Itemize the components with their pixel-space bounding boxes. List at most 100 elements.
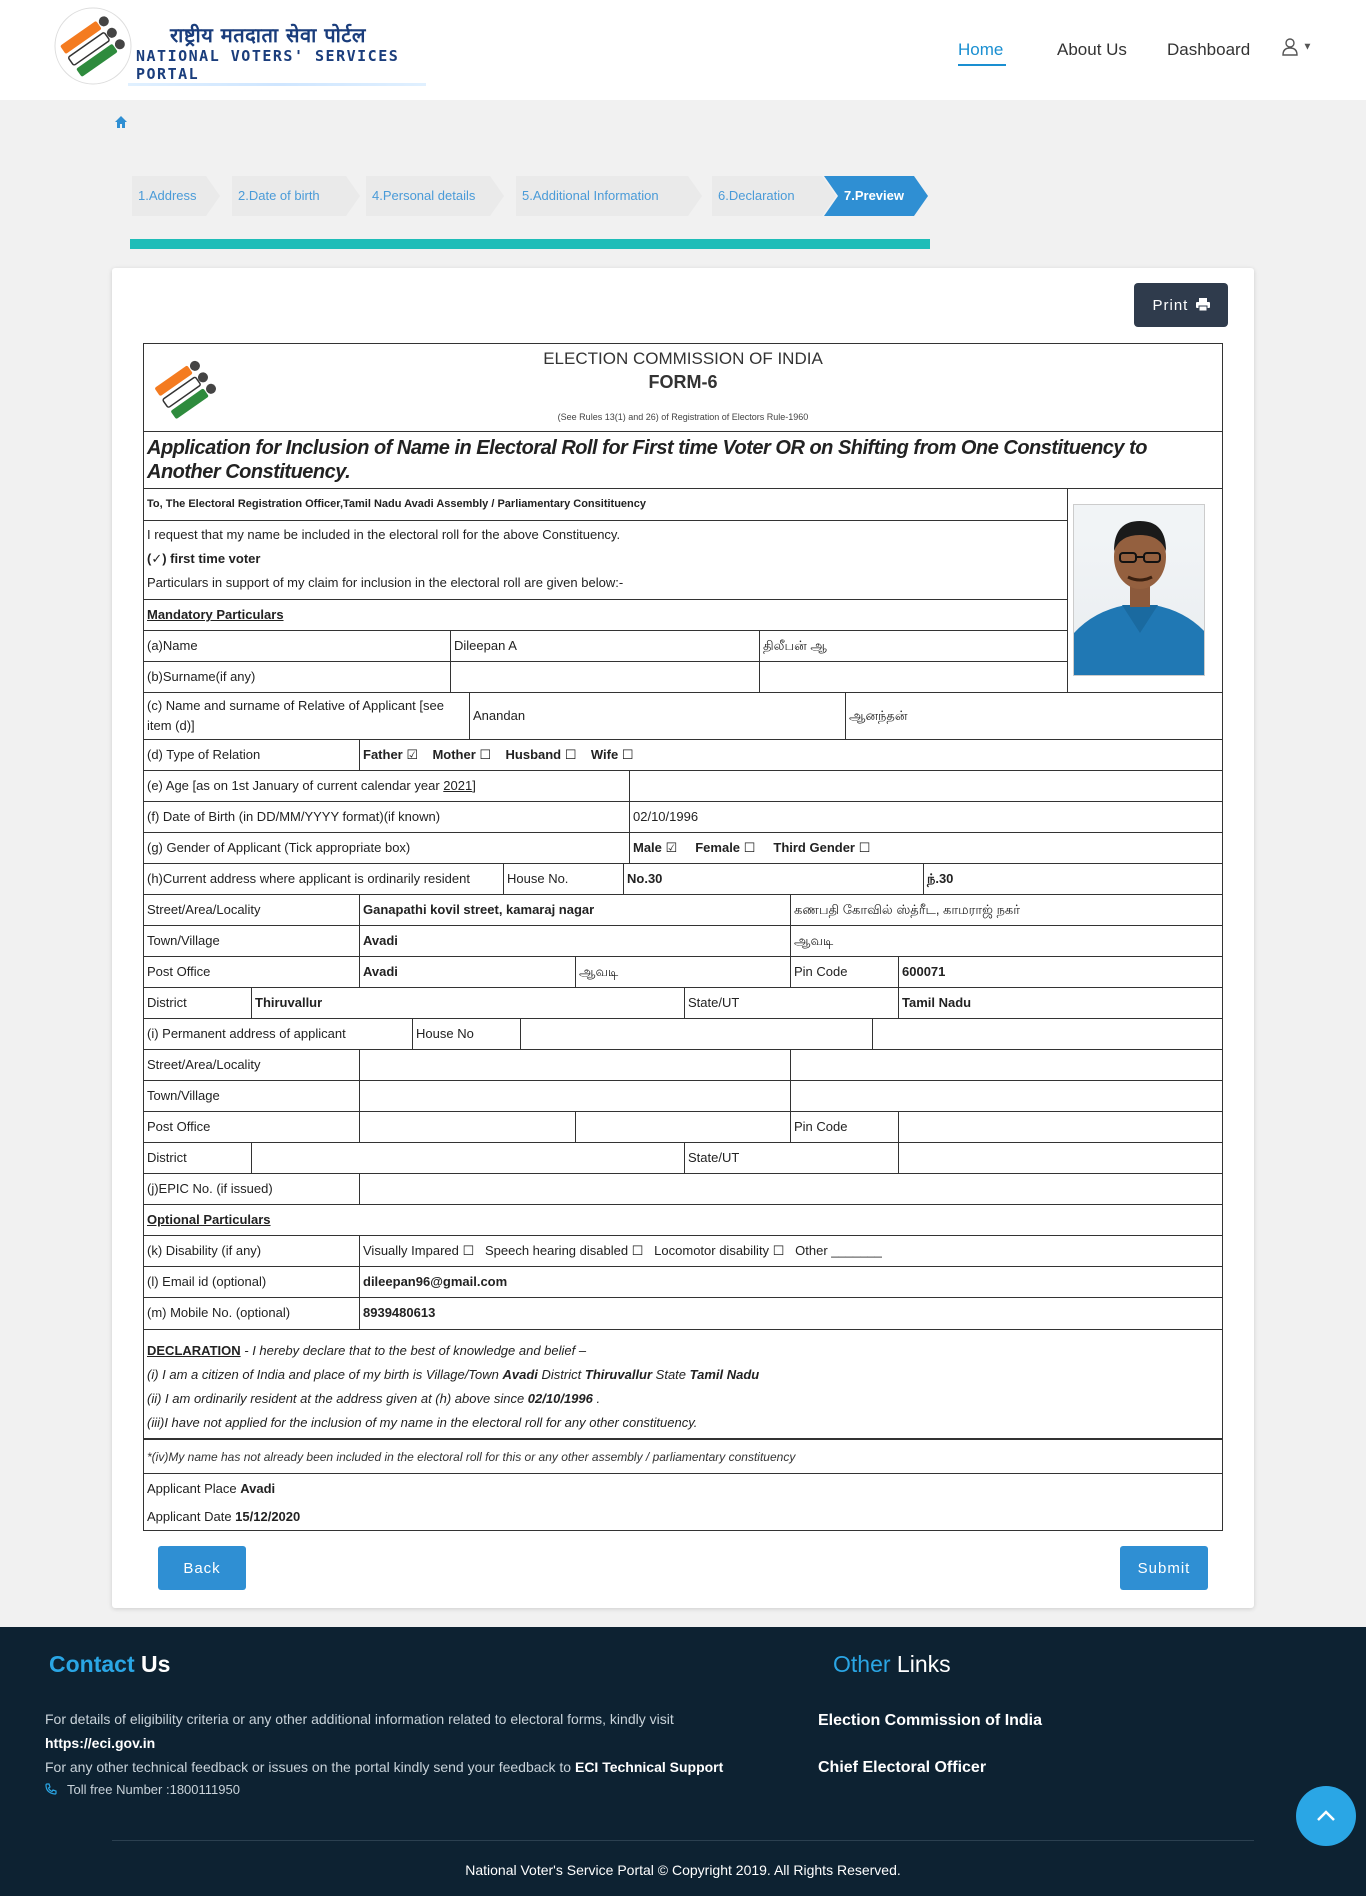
relation-husband[interactable]: Husband ☐	[506, 747, 577, 762]
relation-label: (d) Type of Relation	[144, 740, 360, 771]
decl-l1-state: Tamil Nadu	[689, 1367, 760, 1382]
photo-cell	[1068, 489, 1222, 693]
decl-l2-date: 02/10/1996	[527, 1391, 593, 1406]
perm-street-label: Street/Area/Locality	[144, 1050, 360, 1081]
relation-wife[interactable]: Wife ☐	[591, 747, 634, 762]
link-eci[interactable]: Election Commission of India	[818, 1712, 1042, 1730]
nav-home[interactable]: Home	[958, 40, 1003, 60]
step-date-of-birth[interactable]: 2.Date of birth	[232, 176, 360, 216]
print-button[interactable]: Print	[1134, 283, 1228, 327]
footer-divider	[112, 1840, 1254, 1841]
perm-town-tamil	[791, 1081, 1222, 1112]
logo-hindi-text: राष्ट्रीय मतदाता सेवा पोर्टल	[170, 23, 366, 47]
step-personal-details[interactable]: 4.Personal details	[366, 176, 504, 216]
current-address-label: (h)Current address where applicant is or…	[144, 864, 504, 895]
submit-button[interactable]: Submit	[1120, 1546, 1208, 1590]
gender-male[interactable]: Male ☑	[633, 840, 677, 855]
applicant-photo	[1073, 504, 1205, 676]
step-address[interactable]: 1.Address	[132, 176, 220, 216]
perm-district-value	[252, 1143, 685, 1174]
chevron-up-icon	[1317, 1810, 1335, 1821]
perm-pin-label: Pin Code	[791, 1112, 899, 1143]
logo-english-text: NATIONAL VOTERS' SERVICES PORTAL	[136, 47, 400, 83]
home-breadcrumb-icon[interactable]	[114, 115, 128, 129]
gender-female[interactable]: Female ☐	[695, 840, 755, 855]
decl-l2-b: .	[592, 1391, 601, 1406]
email-value: dileepan96@gmail.com	[360, 1267, 1222, 1298]
contact-heading-accent: Contact	[49, 1651, 135, 1677]
state-label: State/UT	[685, 988, 899, 1019]
post-office-label: Post Office	[144, 957, 360, 988]
town-tamil: ஆவடி	[791, 926, 1222, 957]
surname-label: (b)Surname(if any)	[144, 662, 451, 693]
progress-bar	[130, 239, 930, 249]
nav-about-us[interactable]: About Us	[1057, 40, 1127, 60]
declaration-heading: DECLARATION	[147, 1343, 241, 1358]
relative-value: Anandan	[470, 693, 846, 740]
applicant-place: Applicant Place Avadi	[147, 1474, 275, 1504]
user-menu[interactable]: ▼	[1282, 38, 1312, 56]
logo-underline	[128, 83, 426, 86]
to-ero: To, The Electoral Registration Officer,T…	[144, 489, 1068, 521]
back-button[interactable]: Back	[158, 1546, 246, 1590]
nav-dashboard[interactable]: Dashboard	[1167, 40, 1250, 60]
decl-l1-a: (i) I am a citizen of India and place of…	[147, 1367, 503, 1382]
other-heading-rest: Links	[890, 1651, 951, 1677]
gender-third[interactable]: Third Gender ☐	[773, 840, 870, 855]
perm-state-value	[899, 1143, 1222, 1174]
step-additional-information[interactable]: 5.Additional Information	[516, 176, 702, 216]
district-value: Thiruvallur	[252, 988, 685, 1019]
mandatory-heading: Mandatory Particulars	[144, 600, 1068, 631]
perm-post-office-label: Post Office	[144, 1112, 360, 1143]
age-label-end: ]	[472, 778, 476, 793]
decl-l2-a: (ii) I am ordinarily resident at the add…	[147, 1391, 528, 1406]
step-preview[interactable]: 7.Preview	[824, 176, 928, 216]
gender-label: (g) Gender of Applicant (Tick appropriat…	[144, 833, 630, 864]
copyright: National Voter's Service Portal © Copyri…	[465, 1862, 901, 1878]
declaration-line-2: (ii) I am ordinarily resident at the add…	[147, 1387, 1219, 1411]
name-label: (a)Name	[144, 631, 451, 662]
user-icon	[1282, 38, 1298, 56]
pin-value: 600071	[899, 957, 1222, 988]
eci-support-link[interactable]: ECI Technical Support	[575, 1759, 723, 1775]
nav-home-underline	[958, 64, 1006, 66]
gender-options: Male ☑ Female ☐ Third Gender ☐	[630, 833, 1222, 864]
scroll-to-top-button[interactable]	[1296, 1786, 1356, 1846]
state-value: Tamil Nadu	[899, 988, 1222, 1019]
optional-heading: Optional Particulars	[144, 1205, 1222, 1236]
form-number: FORM-6	[648, 372, 718, 392]
dob-label: (f) Date of Birth (in DD/MM/YYYY format)…	[144, 802, 630, 833]
house-no-tamil: ந்.30	[924, 864, 1222, 895]
form6-preview: ELECTION COMMISSION OF INDIA FORM-6 (See…	[143, 343, 1223, 1531]
step-declaration[interactable]: 6.Declaration	[712, 176, 836, 216]
place-value: Avadi	[240, 1481, 276, 1496]
pin-label: Pin Code	[791, 957, 899, 988]
place-label: Applicant Place	[147, 1481, 241, 1496]
relation-father[interactable]: Father ☑	[363, 747, 418, 762]
link-ceo[interactable]: Chief Electoral Officer	[818, 1759, 986, 1777]
applicant-photo-image	[1074, 521, 1204, 675]
eci-url-link[interactable]: https://eci.gov.in	[45, 1735, 155, 1751]
surname-tamil	[760, 662, 1068, 693]
toll-free: Toll free Number :1800111950	[45, 1782, 240, 1797]
other-heading-accent: Other	[833, 1651, 891, 1677]
applicant-date: Applicant Date 15/12/2020	[147, 1502, 300, 1532]
name-tamil: திலீபன் ஆ	[760, 631, 1068, 662]
relation-mother[interactable]: Mother ☐	[432, 747, 491, 762]
house-no-value: No.30	[624, 864, 924, 895]
form-rules: (See Rules 13(1) and 26) of Registration…	[557, 412, 809, 422]
contact-heading: Contact Us	[49, 1651, 170, 1678]
print-label: Print	[1152, 296, 1189, 314]
perm-state-label: State/UT	[685, 1143, 899, 1174]
disability-options: Visually Impared ☐ Speech hearing disabl…	[360, 1236, 1222, 1267]
decl-l1-town: Avadi	[502, 1367, 538, 1382]
email-label: (l) Email id (optional)	[144, 1267, 360, 1298]
printer-icon	[1195, 297, 1210, 311]
perm-post-office-tamil	[576, 1112, 791, 1143]
street-tamil: கணபதி கோவில் ஸ்த்ரீட, காமராஜ் நகர்	[791, 895, 1222, 926]
portal-logo[interactable]: राष्ट्रीय मतदाता सेवा पोर्टल NATIONAL VO…	[52, 5, 432, 89]
footer-eligibility-text: For details of eligibility criteria or a…	[45, 1711, 674, 1727]
perm-street-tamil	[791, 1050, 1222, 1081]
phone-icon	[45, 1783, 57, 1795]
perm-house-label: House No	[413, 1019, 521, 1050]
